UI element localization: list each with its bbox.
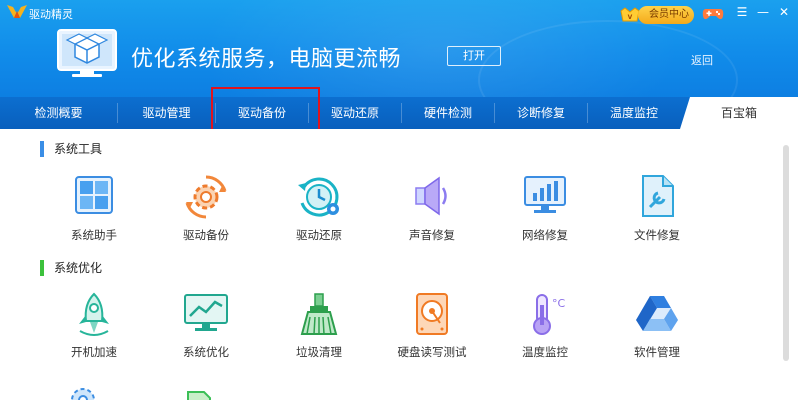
- app-header: 驱动精灵 优化系统服务，电脑更流畅 打开 返回 V 会员中心 ☰ — ✕: [0, 0, 798, 97]
- close-icon[interactable]: ✕: [776, 4, 792, 20]
- minimize-icon[interactable]: —: [755, 4, 771, 20]
- tab-detection-overview[interactable]: 检测概要: [0, 97, 117, 129]
- tool-system-assistant[interactable]: 系统助手: [44, 173, 144, 245]
- tool-sound-repair[interactable]: 声音修复: [382, 173, 482, 245]
- section-title: 系统工具: [54, 142, 103, 156]
- broom-icon: [300, 293, 338, 335]
- thermometer-icon: °C: [533, 294, 566, 335]
- tool-boot-accelerate[interactable]: 开机加速: [44, 291, 144, 363]
- tool-disk-rw-test[interactable]: 硬盘读写测试: [382, 291, 482, 363]
- clock-restore-icon: [298, 177, 339, 217]
- tool-label: 系统助手: [71, 228, 117, 242]
- tool-label: 开机加速: [71, 345, 117, 359]
- tool-system-optimize[interactable]: 系统优化: [156, 291, 256, 363]
- svg-text:°C: °C: [552, 297, 566, 310]
- tool-file-repair[interactable]: 文件修复: [607, 173, 707, 245]
- tool-label: 系统优化: [183, 345, 229, 359]
- tool-software-management[interactable]: 软件管理: [607, 291, 707, 363]
- windows-icon: [75, 176, 113, 214]
- main-tab-bar: 检测概要 驱动管理 驱动备份 驱动还原 硬件检测 诊断修复 温度监控 百宝箱: [0, 97, 798, 129]
- tool-driver-restore[interactable]: 驱动还原: [269, 173, 369, 245]
- tool-network-repair[interactable]: 网络修复: [495, 173, 595, 245]
- banner-title: 优化系统服务，电脑更流畅: [131, 47, 402, 72]
- software-triangle-icon: [636, 296, 678, 331]
- section-accent-bar: [40, 141, 44, 157]
- tab-hardware-detection[interactable]: 硬件检测: [402, 97, 494, 129]
- tool-driver-backup[interactable]: 驱动备份: [156, 173, 256, 245]
- tool-label: 硬盘读写测试: [397, 345, 467, 359]
- tool-temperature-monitor[interactable]: °C 温度监控: [495, 291, 595, 363]
- tool-label: 垃圾清理: [296, 345, 342, 359]
- monitor-chart-icon: [184, 294, 228, 331]
- tool-label: 网络修复: [522, 228, 568, 242]
- speaker-icon: [415, 176, 447, 216]
- svg-text:V: V: [628, 14, 633, 21]
- scrollbar[interactable]: [783, 145, 789, 361]
- app-title: 驱动精灵: [29, 8, 73, 21]
- section-title: 系统优化: [54, 261, 103, 275]
- network-monitor-icon: [524, 176, 566, 213]
- tool-label: 驱动还原: [296, 228, 342, 242]
- open-button[interactable]: 打开: [447, 46, 501, 66]
- document-icon[interactable]: [186, 390, 212, 400]
- tab-toolbox[interactable]: 百宝箱: [680, 97, 798, 129]
- rocket-icon: [79, 292, 109, 336]
- menu-icon[interactable]: ☰: [734, 4, 750, 20]
- tool-garbage-cleanup[interactable]: 垃圾清理: [269, 291, 369, 363]
- settings-gear-icon[interactable]: [68, 386, 98, 400]
- tool-label: 驱动备份: [183, 228, 229, 242]
- section-accent-bar: [40, 260, 44, 276]
- tab-driver-restore[interactable]: 驱动还原: [309, 97, 401, 129]
- gear-refresh-icon: [185, 175, 227, 219]
- back-link[interactable]: 返回: [691, 52, 713, 68]
- tab-diagnose-repair[interactable]: 诊断修复: [495, 97, 587, 129]
- toolbox-hero-icon: [57, 29, 117, 77]
- tab-driver-management[interactable]: 驱动管理: [118, 97, 215, 129]
- tool-label: 温度监控: [522, 345, 568, 359]
- member-center-button[interactable]: 会员中心: [638, 6, 694, 24]
- gamepad-icon[interactable]: [702, 6, 724, 22]
- app-logo-icon: [7, 5, 27, 18]
- toolbox-content: 系统工具 系统助手 驱动备份 驱动还原 声音修复 网络修复 文件修复 系统优化 …: [0, 129, 798, 400]
- file-wrench-icon: [642, 175, 674, 217]
- tab-temperature-monitor[interactable]: 温度监控: [588, 97, 680, 129]
- tool-label: 文件修复: [634, 228, 680, 242]
- tool-label: 软件管理: [634, 345, 680, 359]
- tool-label: 声音修复: [409, 228, 455, 242]
- hard-disk-icon: [416, 293, 448, 335]
